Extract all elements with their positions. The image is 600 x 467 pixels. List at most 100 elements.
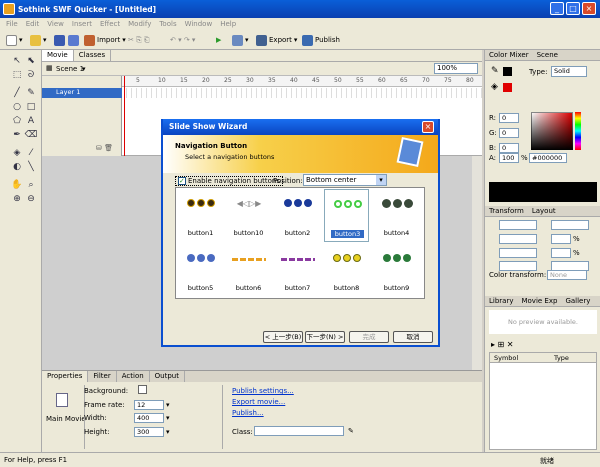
- stroke-swatch[interactable]: [503, 67, 512, 76]
- hue-slider[interactable]: [575, 112, 581, 150]
- color-picker-shade[interactable]: [531, 112, 573, 150]
- menu-edit[interactable]: Edit: [26, 20, 40, 28]
- green-input[interactable]: 0: [499, 128, 519, 138]
- frame-rate-input[interactable]: 12: [134, 400, 164, 410]
- text-tool-icon[interactable]: A: [24, 114, 38, 128]
- pen-tool-icon[interactable]: ✒: [10, 128, 24, 142]
- export-button[interactable]: Export ▾: [256, 33, 297, 47]
- width-input[interactable]: 400: [134, 413, 164, 423]
- rectangle-tool-icon[interactable]: □: [24, 100, 38, 114]
- publish-link[interactable]: Publish...: [232, 409, 264, 417]
- undo-redo[interactable]: ↶ ▾ ↷ ▾: [170, 33, 195, 47]
- frame-ruler[interactable]: 5 10 15 20 25 30 35 40 45 50 55 60 65 70 75 80: [122, 76, 482, 87]
- button-option[interactable]: button2: [275, 189, 320, 242]
- tab-color-mixer[interactable]: Color Mixer: [489, 51, 529, 59]
- button-option[interactable]: button9: [374, 244, 419, 297]
- tab-transform[interactable]: Transform: [489, 207, 524, 215]
- fill-swatch[interactable]: [503, 83, 512, 92]
- dialog-close-button[interactable]: ×: [422, 121, 434, 133]
- edit-class-icon[interactable]: ✎: [348, 427, 354, 435]
- brush-tool-icon[interactable]: ╲: [24, 160, 38, 174]
- tab-movie[interactable]: Movie: [42, 50, 74, 61]
- background-color-swatch[interactable]: [138, 385, 147, 394]
- scene-dropdown-icon[interactable]: ▾: [82, 65, 86, 73]
- fill-type-select[interactable]: Solid: [551, 66, 587, 77]
- maximize-button[interactable]: □: [566, 2, 580, 15]
- tab-output[interactable]: Output: [150, 371, 185, 382]
- transform-rotate-input[interactable]: [499, 261, 537, 271]
- layer-row[interactable]: Layer 1: [42, 88, 122, 98]
- height-input[interactable]: 300: [134, 427, 164, 437]
- button-option[interactable]: ◀◁▷▶ button10: [226, 189, 271, 242]
- transform-x-input[interactable]: [499, 220, 537, 230]
- export-movie-link[interactable]: Export movie...: [232, 398, 285, 406]
- menu-view[interactable]: View: [47, 20, 64, 28]
- menu-file[interactable]: File: [6, 20, 18, 28]
- frame-rate-dropdown-icon[interactable]: ▾: [166, 401, 170, 409]
- tab-action[interactable]: Action: [117, 371, 150, 382]
- transform-h-input[interactable]: [499, 248, 537, 258]
- tab-filter[interactable]: Filter: [88, 371, 117, 382]
- height-dropdown-icon[interactable]: ▾: [166, 428, 170, 436]
- col-symbol[interactable]: Symbol: [494, 354, 518, 362]
- cut-copy-paste[interactable]: ✂ ⎘ ⎗: [128, 33, 150, 47]
- transform-scale-x-input[interactable]: [551, 234, 571, 244]
- import-button[interactable]: Import ▾: [84, 33, 126, 47]
- tab-classes[interactable]: Classes: [74, 50, 112, 61]
- menu-window[interactable]: Window: [185, 20, 213, 28]
- button-option-selected[interactable]: button3: [324, 189, 369, 242]
- tab-properties[interactable]: Properties: [42, 371, 89, 382]
- library-toolbar-icons[interactable]: ▸ ⊞ ✕: [491, 340, 514, 349]
- tab-gallery[interactable]: Gallery: [565, 297, 590, 305]
- cancel-button[interactable]: 取消: [393, 331, 433, 343]
- frame-track[interactable]: [122, 88, 482, 98]
- publish-settings-link[interactable]: Publish settings...: [232, 387, 294, 395]
- col-type[interactable]: Type: [554, 354, 569, 362]
- hand-tool-icon[interactable]: ✋: [10, 178, 24, 192]
- zoom-tool-icon[interactable]: ⌕: [24, 178, 38, 192]
- minimize-button[interactable]: _: [550, 2, 564, 15]
- tab-scene[interactable]: Scene: [537, 51, 558, 59]
- zoom-in-icon[interactable]: ⊕: [10, 192, 24, 206]
- button-option[interactable]: button1: [178, 189, 223, 242]
- class-input[interactable]: [254, 426, 344, 436]
- button-option[interactable]: button7: [275, 244, 320, 297]
- stroke-color-icon[interactable]: ✎: [491, 66, 499, 76]
- tab-library[interactable]: Library: [489, 297, 513, 305]
- ink-tool-icon[interactable]: ◐: [10, 160, 24, 174]
- alpha-input[interactable]: 100: [499, 153, 519, 163]
- zoom-select[interactable]: 100%: [434, 63, 478, 74]
- new-button[interactable]: ▾: [6, 33, 23, 47]
- enable-navigation-checkbox[interactable]: ✓ Enable navigation buttons: [175, 176, 283, 186]
- publish-button[interactable]: Publish: [302, 33, 340, 47]
- polygon-tool-icon[interactable]: ⬠: [10, 114, 24, 128]
- tab-movie-exp[interactable]: Movie Exp: [521, 297, 557, 305]
- fill-tool-icon[interactable]: ◈: [10, 146, 24, 160]
- pencil-tool-icon[interactable]: ✎: [24, 86, 38, 100]
- menu-insert[interactable]: Insert: [72, 20, 92, 28]
- menu-modify[interactable]: Modify: [128, 20, 151, 28]
- save-all-button[interactable]: [68, 33, 79, 47]
- back-button[interactable]: < 上一步(B): [263, 331, 303, 343]
- close-window-button[interactable]: ×: [582, 2, 596, 15]
- color-transform-select[interactable]: None: [547, 270, 587, 280]
- button-option[interactable]: button4: [374, 189, 419, 242]
- transform-y-input[interactable]: [551, 220, 589, 230]
- scene-name[interactable]: Scene 1: [56, 65, 84, 73]
- layer-controls[interactable]: ⛁ 🗑: [96, 144, 113, 152]
- red-input[interactable]: 0: [499, 113, 519, 123]
- play-button[interactable]: ▶: [216, 33, 221, 47]
- button-option[interactable]: button6: [226, 244, 271, 297]
- hex-input[interactable]: #000000: [529, 153, 567, 163]
- position-select[interactable]: Bottom center ▾: [303, 174, 387, 186]
- next-button[interactable]: 下一步(N) >: [305, 331, 345, 343]
- subselect-tool-icon[interactable]: ⬉: [24, 54, 38, 68]
- width-dropdown-icon[interactable]: ▾: [166, 414, 170, 422]
- open-button[interactable]: ▾: [30, 33, 47, 47]
- playhead[interactable]: [124, 76, 125, 156]
- menu-help[interactable]: Help: [220, 20, 236, 28]
- oval-tool-icon[interactable]: ○: [10, 100, 24, 114]
- menu-tools[interactable]: Tools: [159, 20, 176, 28]
- blue-input[interactable]: 0: [499, 143, 519, 153]
- finish-button[interactable]: 完成: [349, 331, 389, 343]
